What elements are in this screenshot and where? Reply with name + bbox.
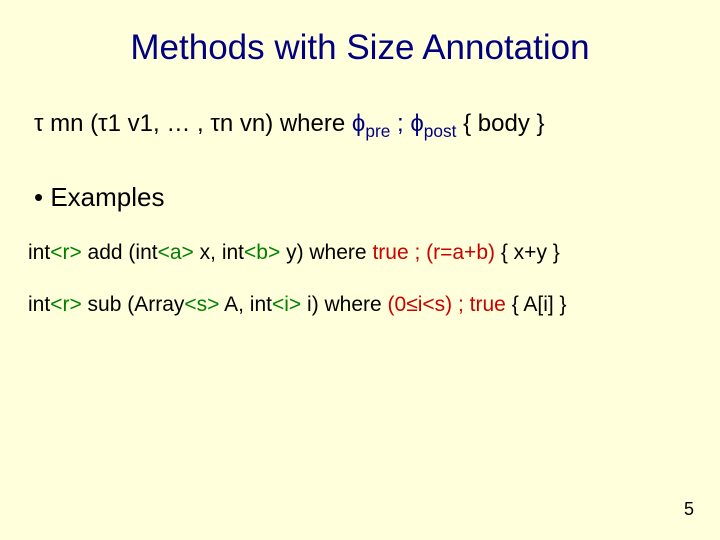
ex1-b: add (int xyxy=(82,241,158,264)
method-signature: τ mn (τ1 v1, … , τn vn) where ϕpre ; ϕpo… xyxy=(34,110,692,142)
phi1: ϕ xyxy=(352,110,365,137)
example-sub: int<r> sub (Array<s> A, int<i> i) where … xyxy=(28,293,692,317)
ex2-i: <i> xyxy=(272,293,301,316)
page-number: 5 xyxy=(684,499,694,520)
ex2-e: { A[i] } xyxy=(506,293,567,316)
sig-params: τ1 v1, … , τn vn xyxy=(98,110,265,137)
ex1-aa: <a> xyxy=(158,241,194,264)
ex1-c: x, int xyxy=(194,241,244,264)
ex1-d: y) where xyxy=(280,241,372,264)
phi-pre: ϕpre xyxy=(352,110,390,137)
ex2-r: <r> xyxy=(50,293,82,316)
sig-tail: { body } xyxy=(456,110,544,137)
ex2-b: sub (Array xyxy=(82,293,185,316)
phi-post: ϕpost xyxy=(410,110,456,137)
ex2-cond: (0≤i<s) ; true xyxy=(388,293,506,316)
ex1-a: int xyxy=(28,241,50,264)
example-add: int<r> add (int<a> x, int<b> y) where tr… xyxy=(28,241,692,265)
ex2-s: <s> xyxy=(184,293,219,316)
sig-close-where: ) where xyxy=(265,110,352,137)
examples-heading: • Examples xyxy=(34,182,692,213)
ex1-cond: true ; (r=a+b) xyxy=(372,241,495,264)
sig-sep: ; xyxy=(390,110,410,137)
slide-title: Methods with Size Annotation xyxy=(28,28,692,68)
ex1-bb: <b> xyxy=(244,241,280,264)
slide: Methods with Size Annotation τ mn (τ1 v1… xyxy=(0,0,720,540)
sig-mn: mn ( xyxy=(43,110,98,137)
ex1-r: <r> xyxy=(50,241,82,264)
phi2: ϕ xyxy=(410,110,423,137)
ex2-d: i) where xyxy=(301,293,387,316)
pre-sub: pre xyxy=(365,121,390,141)
post-sub: post xyxy=(424,121,457,141)
ex1-e: { x+y } xyxy=(495,241,560,264)
ex2-a: int xyxy=(28,293,50,316)
ex2-c: A, int xyxy=(219,293,272,316)
